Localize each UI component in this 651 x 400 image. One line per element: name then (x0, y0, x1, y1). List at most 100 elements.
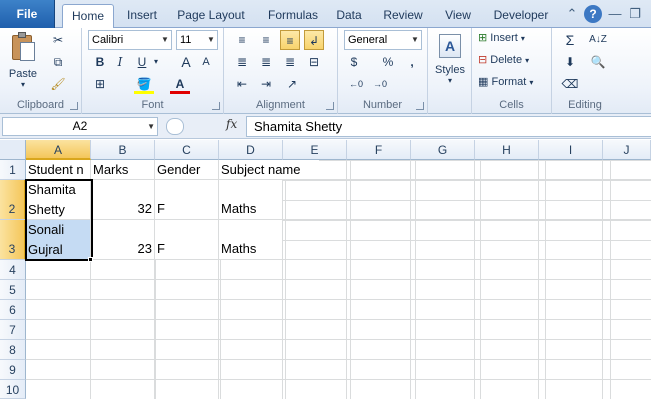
tab-developer[interactable]: Developer (488, 4, 554, 28)
merge-center-icon[interactable]: ⊟ (304, 52, 324, 72)
find-select-icon[interactable]: 🔍 (588, 52, 608, 72)
autosum-icon[interactable]: Σ (560, 30, 580, 50)
cell-d1[interactable]: Subject name (219, 160, 319, 180)
row-header-8[interactable]: 8 (0, 340, 26, 360)
styles-button[interactable]: A Styles ▾ (432, 32, 468, 92)
fill-handle[interactable] (88, 257, 93, 262)
number-launcher-icon[interactable] (416, 102, 424, 110)
column-header-e[interactable]: E (283, 140, 347, 160)
percent-icon[interactable]: % (378, 52, 398, 72)
window-restore-icon[interactable]: ❐ (626, 5, 644, 23)
row-header-9[interactable]: 9 (0, 360, 26, 380)
row-header-1[interactable]: 1 (0, 160, 26, 180)
clipboard-launcher-icon[interactable] (70, 102, 78, 110)
clear-icon[interactable]: ⌫ (560, 74, 580, 94)
orientation-icon[interactable]: ↗ (282, 74, 302, 94)
formula-bar-expand-handle[interactable] (166, 118, 184, 135)
fill-color-icon[interactable]: 🪣 (134, 74, 154, 94)
minimize-ribbon-icon[interactable]: ⌃ (563, 5, 581, 23)
format-painter-icon[interactable]: 🖌 (48, 74, 68, 94)
fill-icon[interactable]: ⬇ (560, 52, 580, 72)
column-header-f[interactable]: F (347, 140, 411, 160)
column-header-d[interactable]: D (219, 140, 283, 160)
tab-view[interactable]: View (438, 4, 478, 28)
cell-c3[interactable]: F (155, 220, 219, 260)
align-right-icon[interactable]: ≣ (280, 52, 300, 72)
chevron-down-icon[interactable]: ▾ (146, 52, 166, 72)
font-size-combo[interactable]: 11 ▼ (176, 30, 218, 50)
sort-filter-icon[interactable]: A↓Z (588, 30, 608, 50)
tab-page-layout[interactable]: Page Layout (172, 4, 250, 28)
tab-insert[interactable]: Insert (120, 4, 164, 28)
gridline (283, 179, 651, 180)
tab-home[interactable]: Home (62, 4, 114, 29)
cell-a2[interactable]: Shamita Shetty (26, 180, 91, 220)
cell-a2-line1: Shamita (28, 182, 76, 197)
insert-function-icon[interactable]: fx (226, 117, 237, 131)
paste-button[interactable]: Paste ▾ (4, 30, 42, 89)
bold-icon[interactable]: B (90, 52, 110, 72)
increase-decimal-icon[interactable]: ←0 (346, 74, 366, 94)
font-size-value: 11 (180, 34, 192, 46)
name-box[interactable]: A2 ▼ (2, 117, 158, 136)
grow-font-icon[interactable]: A (176, 52, 196, 72)
row-header-7[interactable]: 7 (0, 320, 26, 340)
increase-indent-icon[interactable]: ⇥ (256, 74, 276, 94)
insert-cells-button[interactable]: ⊞ Insert ▾ (478, 31, 525, 44)
select-all-corner[interactable] (0, 140, 26, 160)
row-header-6[interactable]: 6 (0, 300, 26, 320)
cell-a1[interactable]: Student n (26, 160, 91, 180)
copy-icon[interactable]: ⧉ (48, 52, 68, 72)
column-header-h[interactable]: H (475, 140, 539, 160)
align-center-icon[interactable]: ≣ (256, 52, 276, 72)
shrink-font-icon[interactable]: A (196, 52, 216, 72)
row-header-2[interactable]: 2 (0, 180, 26, 220)
font-launcher-icon[interactable] (212, 102, 220, 110)
row-header-10[interactable]: 10 (0, 380, 26, 399)
font-color-icon[interactable]: A (170, 74, 190, 94)
column-header-i[interactable]: I (539, 140, 603, 160)
cell-b1[interactable]: Marks (91, 160, 155, 180)
currency-icon[interactable]: $ (344, 52, 364, 72)
align-top-icon[interactable]: ≡ (232, 30, 252, 50)
wrap-text-icon[interactable]: ↲ (304, 30, 324, 50)
decrease-indent-icon[interactable]: ⇤ (232, 74, 252, 94)
cell-b2[interactable]: 32 (91, 180, 155, 220)
row-header-3[interactable]: 3 (0, 220, 26, 260)
cell-b3[interactable]: 23 (91, 220, 155, 260)
worksheet-grid: A B C D E F G H I J 1 2 3 4 5 6 7 8 9 10… (0, 140, 651, 399)
number-format-combo[interactable]: General ▼ (344, 30, 422, 50)
column-header-g[interactable]: G (411, 140, 475, 160)
cell-c2[interactable]: F (155, 180, 219, 220)
column-header-a[interactable]: A (26, 140, 91, 160)
tab-data[interactable]: Data (332, 4, 366, 28)
column-header-c[interactable]: C (155, 140, 219, 160)
format-cells-button[interactable]: ▦ Format ▾ (478, 75, 533, 88)
cut-icon[interactable]: ✂ (48, 30, 68, 50)
column-header-j[interactable]: J (603, 140, 651, 160)
row-header-4[interactable]: 4 (0, 260, 26, 280)
tab-review[interactable]: Review (378, 4, 428, 28)
decrease-decimal-icon[interactable]: →0 (370, 74, 390, 94)
delete-cells-button[interactable]: ⊟ Delete ▾ (478, 53, 529, 66)
formula-input[interactable]: Shamita Shetty (246, 116, 651, 137)
row-2-empty-cells[interactable] (283, 180, 651, 220)
tab-file[interactable]: File (0, 0, 55, 28)
font-name-combo[interactable]: Calibri ▼ (88, 30, 172, 50)
align-middle-icon[interactable]: ≡ (256, 30, 276, 50)
column-header-b[interactable]: B (91, 140, 155, 160)
cell-c1[interactable]: Gender (155, 160, 219, 180)
tab-formulas[interactable]: Formulas (258, 4, 328, 28)
italic-icon[interactable]: I (110, 52, 130, 72)
cell-a3[interactable]: Sonali Gujral (26, 220, 91, 260)
alignment-launcher-icon[interactable] (326, 102, 334, 110)
help-icon[interactable]: ? (584, 5, 602, 23)
window-minimize-icon[interactable]: — (606, 5, 624, 23)
cell-d3[interactable]: Maths (219, 220, 283, 260)
row-header-5[interactable]: 5 (0, 280, 26, 300)
comma-style-icon[interactable]: , (402, 52, 422, 72)
align-bottom-icon[interactable]: ≡ (280, 30, 300, 50)
align-left-icon[interactable]: ≣ (232, 52, 252, 72)
cell-d2[interactable]: Maths (219, 180, 283, 220)
borders-icon[interactable]: ⊞ (90, 74, 110, 94)
